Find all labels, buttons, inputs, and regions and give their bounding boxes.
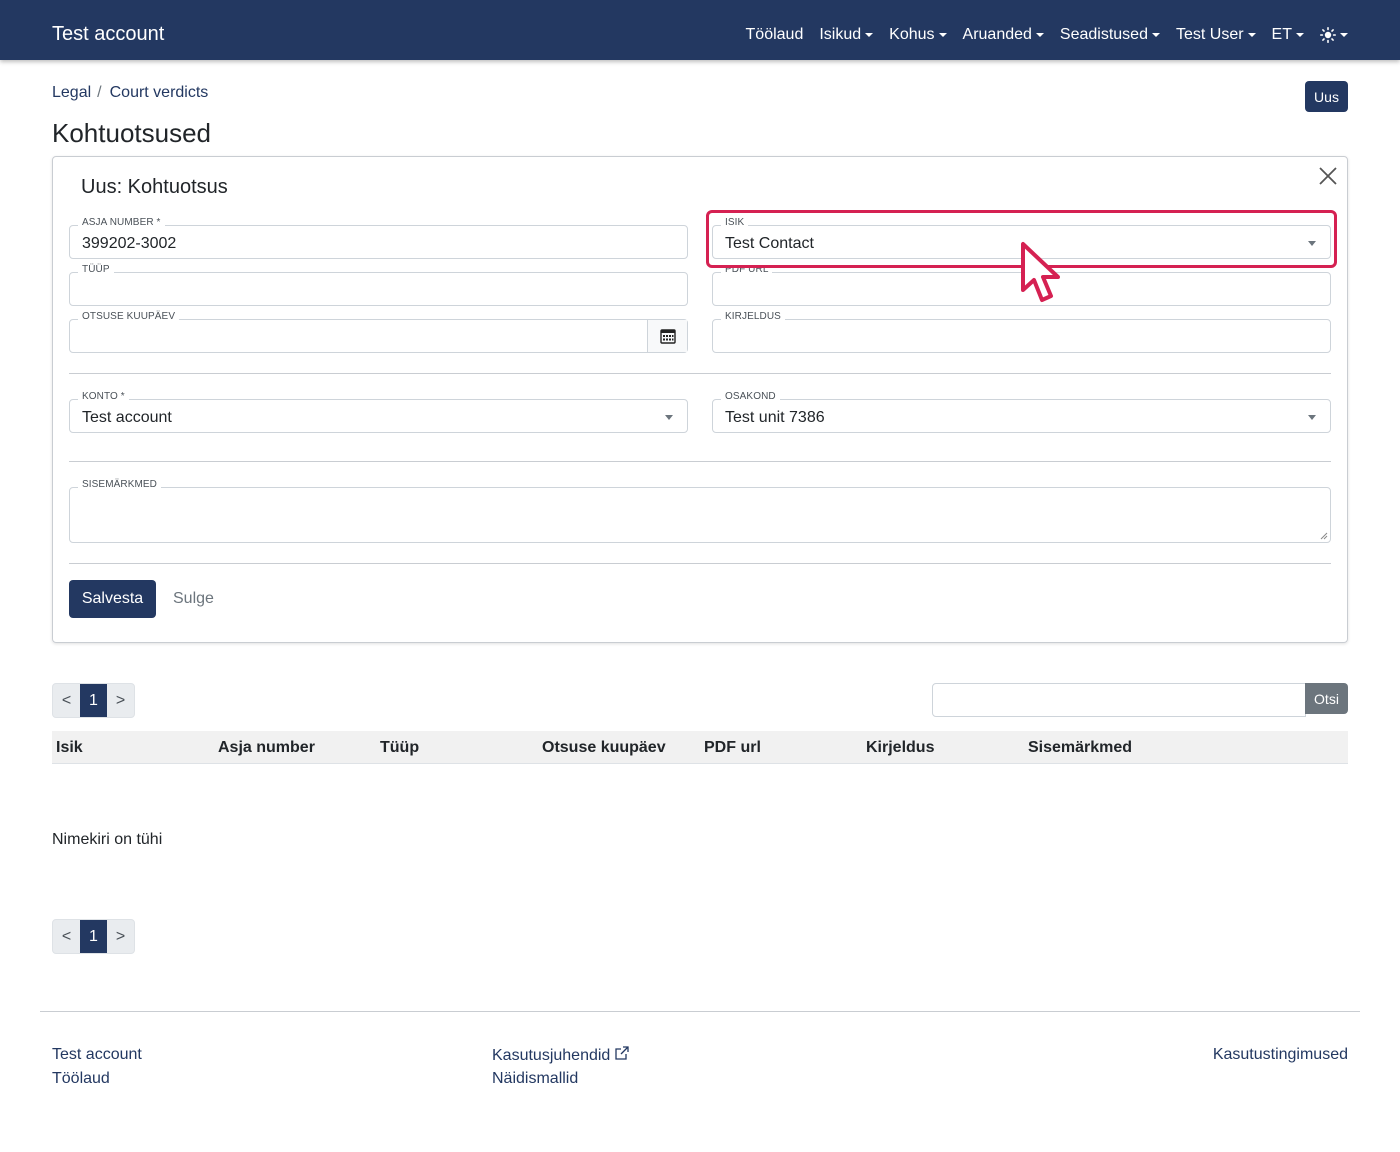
decision-date-label: OTSUSE KUUPÄEV (78, 311, 180, 323)
column-header-decision-date[interactable]: Otsuse kuupäev (542, 738, 666, 757)
caret-down-icon (1247, 33, 1256, 37)
breadcrumb-separator: / (97, 84, 102, 101)
save-button[interactable]: Salvesta (69, 580, 156, 618)
internal-notes-label: SISEMÄRKMED (78, 479, 162, 491)
next-page-button[interactable]: > (107, 920, 134, 953)
mouse-pointer-icon (1021, 242, 1060, 302)
footer-link-account[interactable]: Test account (52, 1045, 142, 1065)
nav-item-toolaud[interactable]: Töölaud (746, 24, 804, 46)
footer-link-terms[interactable]: Kasutustingimused (1213, 1045, 1348, 1065)
top-navbar: Test account Töölaud Isikud Kohus Aruand… (0, 0, 1400, 60)
breadcrumb-court-verdicts[interactable]: Court verdicts (110, 83, 209, 103)
breadcrumb-legal[interactable]: Legal (52, 83, 91, 103)
unit-label: OSAKOND (721, 391, 780, 403)
footer-divider (40, 1011, 1360, 1012)
pagination-bottom: < 1 > (52, 919, 135, 954)
nav-item-language[interactable]: ET (1272, 24, 1304, 46)
new-button[interactable]: Uus (1305, 81, 1348, 112)
page-title: Kohtuotsused (52, 118, 212, 148)
nav-label: Seadistused (1059, 26, 1148, 43)
type-label: TÜÜP (78, 264, 114, 276)
decision-date-field[interactable]: OTSUSE KUUPÄEV (69, 311, 688, 353)
type-field[interactable]: TÜÜP (69, 264, 688, 306)
theme-toggle[interactable] (1320, 27, 1348, 43)
dropdown-arrow-icon (665, 415, 673, 420)
next-page-button[interactable]: > (107, 684, 134, 717)
nav-label: Töölaud (745, 26, 804, 43)
caret-down-icon (938, 33, 947, 37)
nav-label: Kohus (889, 26, 935, 43)
caret-down-icon (1151, 33, 1160, 37)
nav-item-isikud[interactable]: Isikud (819, 24, 874, 46)
form-divider (69, 373, 1331, 374)
brand-title[interactable]: Test account (52, 22, 164, 46)
caret-down-icon (865, 33, 874, 37)
account-value: Test account (82, 409, 172, 426)
description-field[interactable]: KIRJELDUS (712, 311, 1331, 353)
nav-label: ET (1271, 26, 1292, 43)
case-number-label: ASJA NUMBER * (78, 217, 165, 229)
table-header: Isik Asja number Tüüp Otsuse kuupäev PDF… (52, 731, 1348, 764)
search-button[interactable]: Otsi (1305, 683, 1348, 714)
column-header-case-number[interactable]: Asja number (218, 738, 315, 757)
case-number-field[interactable]: ASJA NUMBER * 399202-3002 (69, 217, 688, 259)
account-label: KONTO * (78, 391, 129, 403)
nav-label: Test User (1175, 26, 1244, 43)
column-header-internal-notes[interactable]: Sisemärkmed (1028, 738, 1132, 757)
account-select[interactable]: KONTO * Test account (69, 391, 688, 433)
nav-item-kohus[interactable]: Kohus (889, 24, 947, 46)
footer-link-sample-templates[interactable]: Näidismallid (492, 1069, 578, 1089)
nav-item-seadistused[interactable]: Seadistused (1060, 24, 1160, 46)
sun-icon (1320, 27, 1336, 43)
unit-select[interactable]: OSAKOND Test unit 7386 (712, 391, 1331, 433)
form-divider (69, 461, 1331, 462)
column-header-pdf-url[interactable]: PDF url (704, 738, 761, 757)
search-input[interactable] (932, 683, 1306, 717)
prev-page-button[interactable]: < (53, 920, 80, 953)
resize-handle-icon[interactable] (1320, 532, 1328, 540)
nav-label: Aruanded (962, 26, 1032, 43)
caret-down-icon (1296, 33, 1304, 37)
pagination-top: < 1 > (52, 683, 135, 718)
caret-down-icon (1340, 33, 1348, 37)
footer-link-dashboard[interactable]: Töölaud (52, 1069, 110, 1089)
breadcrumb: Legal / Court verdicts (52, 83, 208, 103)
form-divider (69, 563, 1331, 564)
footer-link-user-guides[interactable]: Kasutusjuhendid (492, 1045, 630, 1066)
calendar-icon (659, 329, 676, 344)
user-guides-label: Kasutusjuhendid (492, 1047, 611, 1064)
close-icon[interactable] (1317, 165, 1339, 187)
page-1-button[interactable]: 1 (80, 684, 107, 717)
case-number-value: 399202-3002 (82, 235, 177, 252)
main-nav: Töölaud Isikud Kohus Aruanded Seadistuse… (730, 24, 1348, 46)
calendar-button[interactable] (647, 320, 687, 352)
nav-item-aruanded[interactable]: Aruanded (963, 24, 1044, 46)
column-header-type[interactable]: Tüüp (380, 738, 419, 757)
column-header-description[interactable]: Kirjeldus (866, 738, 934, 757)
prev-page-button[interactable]: < (53, 684, 80, 717)
nav-label: Isikud (819, 26, 862, 43)
dropdown-arrow-icon (1308, 415, 1316, 420)
column-header-person[interactable]: Isik (56, 738, 83, 757)
external-link-icon (615, 1046, 629, 1060)
form-title: Uus: Kohtuotsus (81, 176, 228, 198)
page-1-button[interactable]: 1 (80, 920, 107, 953)
nav-item-user-menu[interactable]: Test User (1176, 24, 1256, 46)
internal-notes-textarea[interactable]: SISEMÄRKMED (69, 479, 1331, 543)
empty-list-message: Nimekiri on tühi (52, 831, 163, 848)
unit-value: Test unit 7386 (725, 409, 825, 426)
description-label: KIRJELDUS (721, 311, 785, 323)
close-form-button[interactable]: Sulge (173, 590, 214, 608)
caret-down-icon (1035, 33, 1044, 37)
